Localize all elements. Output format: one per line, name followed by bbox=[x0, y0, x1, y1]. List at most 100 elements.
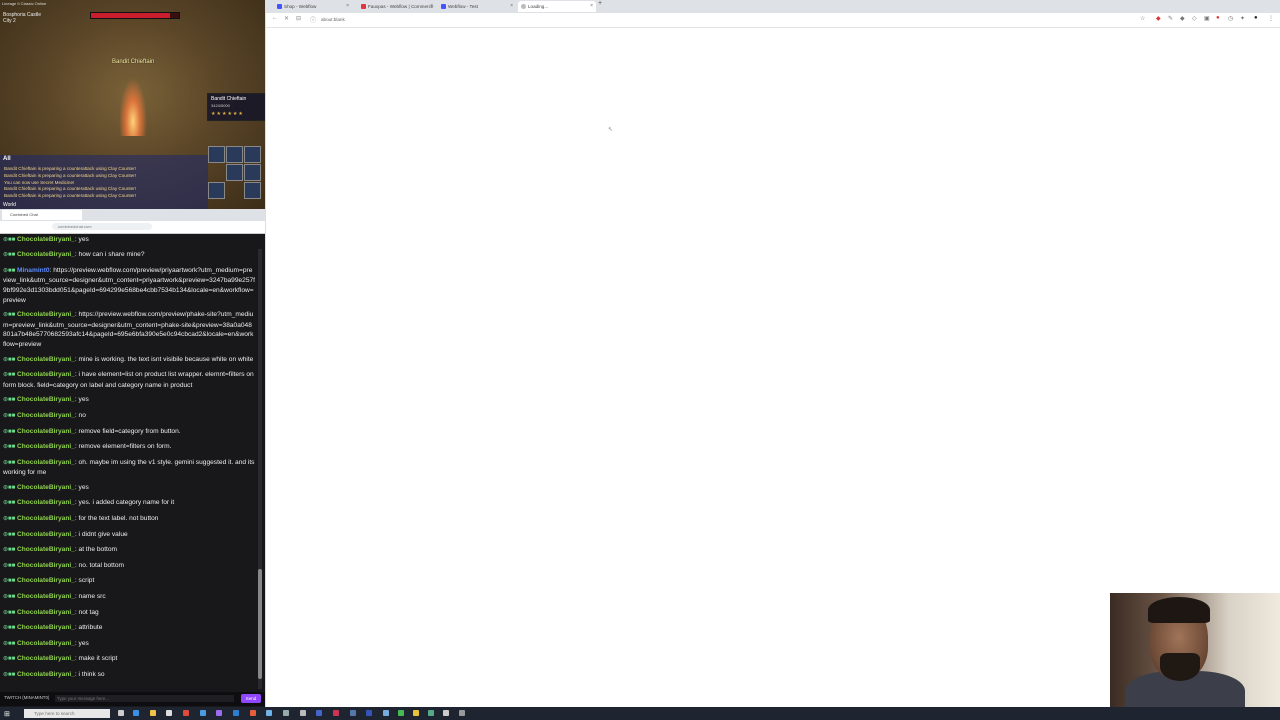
address-bar[interactable]: about:blank bbox=[321, 16, 621, 24]
chat-username[interactable]: ChocolateBiryani_ bbox=[17, 515, 75, 522]
chat-message: ⊛■■ ChocolateBiryani_: no bbox=[0, 411, 258, 422]
app-icon[interactable] bbox=[428, 710, 434, 716]
close-icon[interactable]: × bbox=[510, 1, 513, 12]
skill-slot-icon[interactable] bbox=[244, 146, 261, 163]
extension-icon[interactable]: ◷ bbox=[1228, 15, 1233, 22]
chat-username[interactable]: Minamint0 bbox=[17, 267, 50, 274]
chat-username[interactable]: ChocolateBiryani_ bbox=[17, 546, 75, 553]
chat-username[interactable]: ChocolateBiryani_ bbox=[17, 371, 75, 378]
browser-tab[interactable]: Shop - Webflow × bbox=[274, 1, 352, 12]
chat-account-selector[interactable]: TWITCH (MINAMINT0) bbox=[4, 695, 49, 700]
skill-slot-icon[interactable] bbox=[244, 164, 261, 181]
skill-slot-icon[interactable] bbox=[208, 182, 225, 199]
extensions-puzzle-icon[interactable]: ✦ bbox=[1240, 15, 1245, 22]
app-icon[interactable] bbox=[459, 710, 465, 716]
skill-slot-icon[interactable] bbox=[226, 164, 243, 181]
skill-slot-icon[interactable] bbox=[208, 146, 225, 163]
taskbar-search-input[interactable] bbox=[24, 709, 110, 718]
extension-icon[interactable]: ◆ bbox=[1156, 15, 1161, 22]
close-icon[interactable]: × bbox=[590, 1, 593, 12]
chat-message: ⊛■■ ChocolateBiryani_: no. total bottom bbox=[0, 561, 258, 572]
file-explorer-icon[interactable] bbox=[150, 710, 156, 716]
send-button[interactable]: Send bbox=[241, 694, 261, 703]
chat-username[interactable]: ChocolateBiryani_ bbox=[17, 428, 75, 435]
chat-browser-url[interactable]: combinedchat.com bbox=[52, 223, 152, 230]
chat-scroll-thumb[interactable] bbox=[258, 569, 262, 679]
new-tab-icon[interactable]: + bbox=[598, 0, 602, 7]
extension-icon[interactable]: ◆ bbox=[1180, 15, 1185, 22]
chat-username[interactable]: ChocolateBiryani_ bbox=[17, 671, 75, 678]
bookmark-star-icon[interactable]: ☆ bbox=[1140, 15, 1145, 22]
platform-badge-icon: ⊛■■ bbox=[3, 397, 17, 404]
game-chat-tab-all[interactable]: All bbox=[3, 156, 11, 162]
player-character[interactable] bbox=[119, 78, 147, 136]
app-icon[interactable] bbox=[250, 710, 256, 716]
app-icon[interactable] bbox=[333, 710, 339, 716]
target-frame[interactable]: Bandit Chieftain 3424/5000 ★★★★★★ bbox=[207, 93, 265, 121]
chat-username[interactable]: ChocolateBiryani_ bbox=[17, 499, 75, 506]
edge-icon[interactable] bbox=[133, 710, 139, 716]
chat-username[interactable]: ChocolateBiryani_ bbox=[17, 624, 75, 631]
chat-username[interactable]: ChocolateBiryani_ bbox=[17, 593, 75, 600]
app-icon[interactable] bbox=[350, 710, 356, 716]
app-icon[interactable] bbox=[283, 710, 289, 716]
extension-icon[interactable]: ✎ bbox=[1168, 15, 1173, 22]
extension-icon[interactable]: ▣ bbox=[1204, 15, 1210, 22]
chat-username[interactable]: ChocolateBiryani_ bbox=[17, 311, 75, 318]
task-view-icon[interactable] bbox=[118, 710, 124, 716]
chat-username[interactable]: ChocolateBiryani_ bbox=[17, 412, 75, 419]
chat-input-bar: TWITCH (MINAMINT0) Send bbox=[0, 692, 265, 706]
game-chat-tab-world[interactable]: World bbox=[3, 202, 16, 208]
chat-username[interactable]: ChocolateBiryani_ bbox=[17, 577, 75, 584]
menu-kebab-icon[interactable]: ⋮ bbox=[1268, 15, 1274, 22]
app-icon[interactable] bbox=[366, 710, 372, 716]
app-icon[interactable] bbox=[266, 710, 272, 716]
app-icon[interactable] bbox=[443, 710, 449, 716]
browser-tab[interactable]: Webflow - Test × bbox=[438, 1, 516, 12]
chat-username[interactable]: ChocolateBiryani_ bbox=[17, 640, 75, 647]
app-icon[interactable] bbox=[233, 710, 239, 716]
chat-message-input[interactable] bbox=[55, 695, 234, 702]
back-icon[interactable]: ← bbox=[272, 15, 278, 21]
chat-username[interactable]: ChocolateBiryani_ bbox=[17, 531, 75, 538]
profile-avatar-icon[interactable]: ● bbox=[1254, 15, 1258, 21]
chat-username[interactable]: ChocolateBiryani_ bbox=[17, 655, 75, 662]
app-icon[interactable] bbox=[398, 710, 404, 716]
chat-username[interactable]: ChocolateBiryani_ bbox=[17, 459, 75, 466]
skill-slot-icon[interactable] bbox=[226, 146, 243, 163]
mouse-cursor-icon: ↖ bbox=[608, 127, 614, 133]
chat-scrollbar[interactable] bbox=[258, 249, 262, 689]
chat-username[interactable]: ChocolateBiryani_ bbox=[17, 443, 75, 450]
chat-username[interactable]: ChocolateBiryani_ bbox=[17, 356, 75, 363]
app-icon[interactable] bbox=[383, 710, 389, 716]
chat-username[interactable]: ChocolateBiryani_ bbox=[17, 484, 75, 491]
chat-username[interactable]: ChocolateBiryani_ bbox=[17, 609, 75, 616]
app-icon[interactable] bbox=[413, 710, 419, 716]
chat-username[interactable]: ChocolateBiryani_ bbox=[17, 236, 75, 243]
browser-tab-active[interactable]: Loading... × bbox=[518, 1, 596, 12]
chrome-icon[interactable] bbox=[200, 710, 206, 716]
app-icon[interactable] bbox=[183, 710, 189, 716]
webflow-icon bbox=[441, 4, 446, 9]
skill-slot-icon[interactable] bbox=[244, 182, 261, 199]
mob-nameplate[interactable]: Bandit Chieftain bbox=[112, 59, 154, 65]
chat-username[interactable]: ChocolateBiryani_ bbox=[17, 396, 75, 403]
chat-browser-tab[interactable]: Combined Chat bbox=[2, 210, 82, 220]
app-icon[interactable] bbox=[216, 710, 222, 716]
app-icon[interactable] bbox=[300, 710, 306, 716]
chat-username[interactable]: ChocolateBiryani_ bbox=[17, 251, 75, 258]
platform-badge-icon: ⊛■■ bbox=[3, 656, 17, 663]
split-view-icon[interactable]: ⊟ bbox=[296, 15, 301, 22]
store-icon[interactable] bbox=[166, 710, 172, 716]
extension-icon[interactable]: ● bbox=[1216, 15, 1220, 21]
close-icon[interactable]: × bbox=[430, 1, 433, 12]
chat-message: ⊛■■ ChocolateBiryani_: script bbox=[0, 576, 258, 587]
stop-icon[interactable]: ✕ bbox=[284, 15, 289, 22]
windows-start-icon[interactable]: ⊞ bbox=[4, 710, 10, 718]
app-icon[interactable] bbox=[316, 710, 322, 716]
chat-username[interactable]: ChocolateBiryani_ bbox=[17, 562, 75, 569]
close-icon[interactable]: × bbox=[346, 1, 349, 12]
browser-tab[interactable]: Fauxpas - Webflow | Commerce × bbox=[358, 1, 436, 12]
extension-icon[interactable]: ◇ bbox=[1192, 15, 1197, 22]
game-window[interactable]: Lineage II Classic Online Bosphoria Cast… bbox=[0, 0, 265, 209]
